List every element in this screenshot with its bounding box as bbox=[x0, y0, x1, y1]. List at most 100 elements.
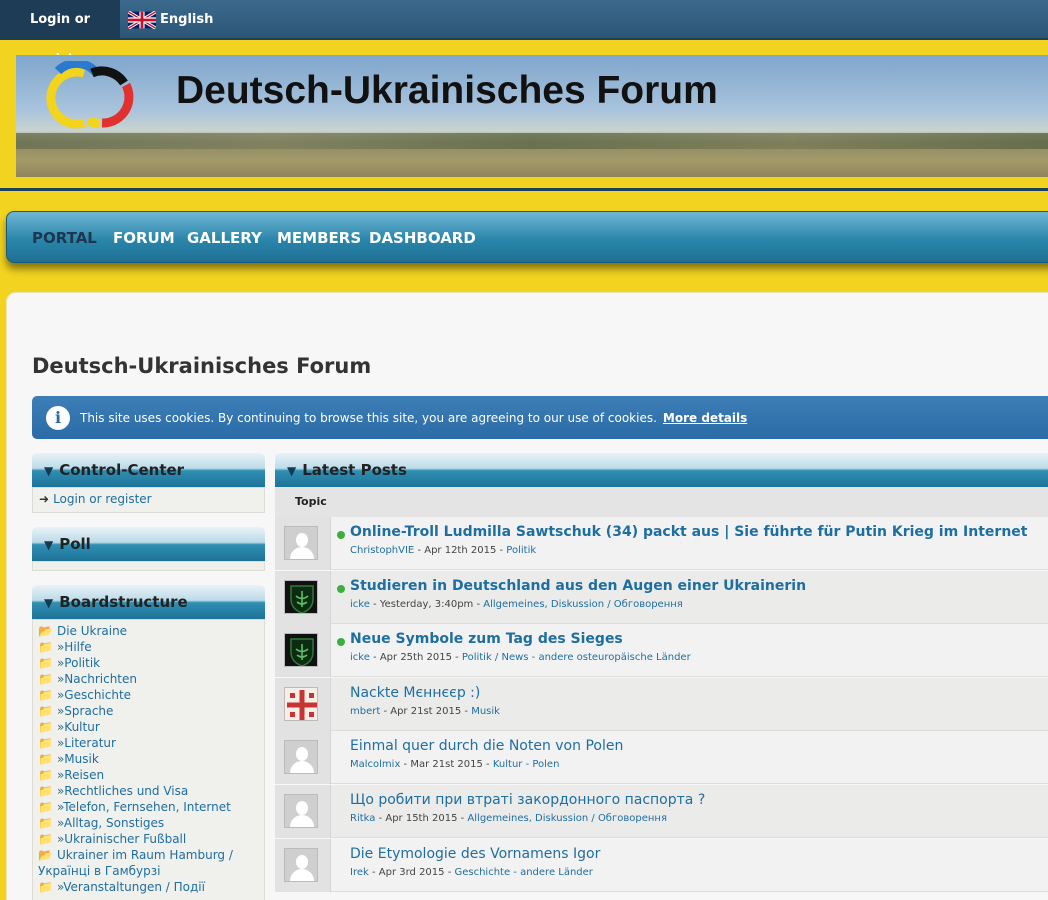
board-link-label: »Geschichte bbox=[56, 688, 132, 702]
chevron-down-icon: ▼ bbox=[287, 464, 297, 478]
board-link-label: »Literatur bbox=[56, 736, 116, 750]
avatar-cell bbox=[275, 570, 331, 624]
post-category-link[interactable]: Politik / News - andere osteuropäische L… bbox=[462, 652, 691, 663]
board-link-geschichte[interactable]: 📁 »Geschichte bbox=[38, 688, 131, 702]
nav-gallery[interactable]: GALLERY bbox=[187, 212, 262, 264]
board-link-reisen[interactable]: 📁 »Reisen bbox=[38, 768, 104, 782]
post-category-link[interactable]: Allgemeines, Diskussion / Обговорення bbox=[467, 813, 667, 824]
post-author-link[interactable]: icke bbox=[350, 652, 370, 663]
folder-icon: 📁 bbox=[38, 784, 53, 798]
poll-header[interactable]: ▼ Poll bbox=[32, 527, 265, 561]
board-link-die-ukraine[interactable]: 📂 Die Ukraine bbox=[38, 624, 127, 638]
login-register-link[interactable]: Login or register bbox=[0, 0, 120, 67]
nav-dashboard[interactable]: DASHBOARD bbox=[369, 212, 476, 264]
board-link-hamburg[interactable]: 📂 Ukrainer im Raum Hamburg / bbox=[38, 848, 233, 862]
default-avatar-icon[interactable] bbox=[284, 847, 318, 882]
board-link-label: »Alltag, Sonstiges bbox=[56, 816, 165, 830]
forum-banner[interactable]: Deutsch-Ukrainisches Forum bbox=[16, 55, 1048, 177]
post-title-link[interactable]: Online-Troll Ludmilla Sawtschuk (34) pac… bbox=[350, 524, 1027, 540]
latest-posts-title: Latest Posts bbox=[302, 461, 407, 479]
board-link-label: »Kultur bbox=[56, 720, 100, 734]
chevron-down-icon: ▼ bbox=[44, 538, 54, 552]
latest-posts-header[interactable]: ▼ Latest Posts bbox=[275, 453, 1048, 487]
avatar-cell bbox=[275, 517, 331, 570]
post-category-link[interactable]: Kultur - Polen bbox=[493, 759, 560, 770]
poll-title: Poll bbox=[59, 535, 91, 553]
post-title-link[interactable]: Einmal quer durch die Noten von Polen bbox=[350, 738, 623, 754]
post-category-link[interactable]: Allgemeines, Diskussion / Обговорення bbox=[483, 599, 683, 610]
avatar-cell bbox=[275, 838, 331, 892]
emblem-avatar-icon[interactable] bbox=[284, 633, 318, 668]
post-row[interactable]: Online-Troll Ludmilla Sawtschuk (34) pac… bbox=[275, 517, 1048, 570]
control-center-header[interactable]: ▼ Control-Center bbox=[32, 453, 265, 487]
sign-in-icon: ➜ bbox=[39, 492, 50, 506]
post-row[interactable]: Neue Symbole zum Tag des Sieges icke - Ap… bbox=[275, 624, 1048, 678]
cookie-text: This site uses cookies. By continuing to… bbox=[80, 410, 657, 425]
folder-icon: 📁 bbox=[38, 736, 53, 750]
post-author-link[interactable]: Irek bbox=[350, 867, 369, 878]
board-link-musik[interactable]: 📁 »Musik bbox=[38, 752, 99, 766]
board-link-rechtliches[interactable]: 📁 »Rechtliches und Visa bbox=[38, 784, 188, 798]
board-link-nachrichten[interactable]: 📁 »Nachrichten bbox=[38, 672, 137, 686]
board-link-hilfe[interactable]: 📁 »Hilfe bbox=[38, 640, 92, 654]
language-label: English bbox=[160, 12, 214, 27]
post-title-link[interactable]: Die Etymologie des Vornamens Igor bbox=[350, 846, 600, 862]
default-avatar-icon[interactable] bbox=[284, 526, 318, 560]
language-selector[interactable]: English bbox=[128, 0, 213, 40]
post-author-link[interactable]: ChristophVIE bbox=[350, 545, 414, 556]
board-link-literatur[interactable]: 📁 »Literatur bbox=[38, 736, 116, 750]
board-link-fussball[interactable]: 📁 »Ukrainischer Fußball bbox=[38, 832, 186, 846]
post-row[interactable]: Що робити при втраті закордонного паспор… bbox=[275, 785, 1048, 838]
folder-icon: 📁 bbox=[38, 656, 53, 670]
post-row[interactable]: Nackte Мєннєєр :) mbert - Apr 21st 2015 -… bbox=[275, 677, 1048, 731]
post-category-link[interactable]: Geschichte - andere Länder bbox=[454, 867, 592, 878]
flag-avatar-icon[interactable] bbox=[284, 686, 318, 721]
folder-icon: 📁 bbox=[38, 800, 53, 814]
sidebar-login-link[interactable]: ➜ Login or register bbox=[39, 492, 152, 506]
folder-icon: 📁 bbox=[38, 704, 53, 718]
post-title-link[interactable]: Що робити при втраті закордонного паспор… bbox=[350, 792, 705, 808]
avatar-cell bbox=[275, 731, 331, 785]
board-link-telefon[interactable]: 📁 »Telefon, Fernsehen, Internet bbox=[38, 800, 231, 814]
post-row[interactable]: Studieren in Deutschland aus den Augen e… bbox=[275, 570, 1048, 624]
board-link-veranstaltungen[interactable]: 📁 »Veranstaltungen / Події bbox=[38, 880, 205, 894]
folder-icon: 📁 bbox=[38, 752, 53, 766]
boardstructure-body: 📂 Die Ukraine 📁 »Hilfe 📁 »Politik 📁 »Nachric… bbox=[32, 619, 265, 900]
banner-title: Deutsch-Ukrainisches Forum bbox=[176, 69, 718, 112]
avatar-cell bbox=[275, 624, 331, 678]
emblem-avatar-icon[interactable] bbox=[284, 579, 318, 614]
board-link-alltag[interactable]: 📁 »Alltag, Sonstiges bbox=[38, 816, 164, 830]
post-author-link[interactable]: Ritka bbox=[350, 813, 375, 824]
more-details-link[interactable]: More details bbox=[663, 411, 747, 425]
board-link-hamburg-ua[interactable]: Українці в Гамбурзі bbox=[38, 864, 160, 878]
post-author-link[interactable]: icke bbox=[350, 599, 370, 610]
boardstructure-header[interactable]: ▼ Boardstructure bbox=[32, 585, 265, 619]
default-avatar-icon[interactable] bbox=[284, 740, 318, 775]
post-title-link[interactable]: Neue Symbole zum Tag des Sieges bbox=[350, 631, 623, 647]
post-row[interactable]: Einmal quer durch die Noten von Polen Mal… bbox=[275, 731, 1048, 785]
nav-members[interactable]: MEMBERS bbox=[277, 212, 361, 264]
nav-portal[interactable]: PORTAL bbox=[32, 212, 97, 264]
folder-icon: 📁 bbox=[38, 720, 53, 734]
post-title-link[interactable]: Nackte Мєннєєр :) bbox=[350, 685, 480, 701]
post-author-link[interactable]: Malcolmix bbox=[350, 759, 400, 770]
post-category-link[interactable]: Politik bbox=[506, 545, 536, 556]
default-avatar-icon[interactable] bbox=[284, 794, 318, 828]
banner-landscape bbox=[16, 133, 1048, 149]
board-link-politik[interactable]: 📁 »Politik bbox=[38, 656, 100, 670]
post-author-link[interactable]: mbert bbox=[350, 706, 380, 717]
banner-divider bbox=[0, 188, 1048, 191]
board-link-label: Die Ukraine bbox=[56, 624, 128, 638]
post-row[interactable]: Die Etymologie des Vornamens Igor Irek - … bbox=[275, 838, 1048, 892]
poll-body bbox=[32, 561, 265, 571]
board-link-kultur[interactable]: 📁 »Kultur bbox=[38, 720, 100, 734]
post-title-link[interactable]: Studieren in Deutschland aus den Augen e… bbox=[350, 578, 806, 594]
avatar-cell bbox=[275, 677, 331, 731]
board-link-sprache[interactable]: 📁 »Sprache bbox=[38, 704, 113, 718]
board-link-label: »Nachrichten bbox=[56, 672, 137, 686]
nav-forum[interactable]: FORUM bbox=[113, 212, 175, 264]
topic-column-header: Topic bbox=[275, 487, 1048, 517]
board-link-label: »Sprache bbox=[56, 704, 114, 718]
post-category-link[interactable]: Musik bbox=[471, 706, 500, 717]
page-title: Deutsch-Ukrainisches Forum bbox=[32, 354, 372, 378]
